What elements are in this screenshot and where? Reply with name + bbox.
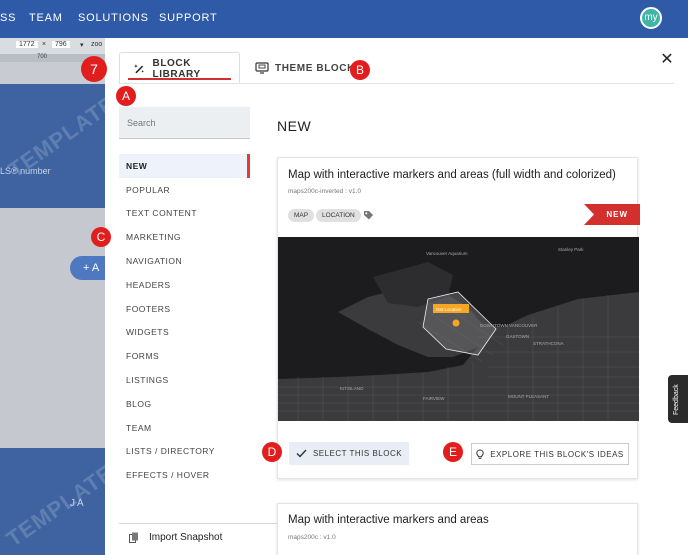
background-footer-section: TEMPLATE	[0, 448, 105, 555]
category-footers[interactable]: FOOTERS	[119, 297, 250, 321]
block-version-2: maps200c : v1.0	[288, 534, 336, 541]
zoom-label: zoo	[91, 41, 103, 48]
import-snapshot-label: Import Snapshot	[149, 532, 223, 543]
block-card: Map with interactive markers and areas (…	[277, 157, 640, 479]
background-add-button[interactable]: + A	[70, 256, 105, 280]
background-hero-section: TEMPLATE	[0, 84, 105, 208]
import-snapshot-button[interactable]: Import Snapshot	[129, 532, 222, 543]
lightbulb-icon	[476, 448, 484, 459]
editor-toolbar: 1772 × 796 ▾ zoo	[0, 38, 105, 54]
background-footer-text: JA	[70, 498, 86, 509]
nav-item-solutions[interactable]: SOLUTIONS	[78, 12, 149, 24]
close-icon: ✕	[660, 51, 674, 68]
map-label-stanley-park: Stanley Park	[558, 247, 584, 252]
sidebar-divider	[119, 523, 278, 524]
block-card-2: Map with interactive markers and areas m…	[277, 503, 638, 555]
copy-icon	[129, 532, 138, 543]
height-field[interactable]: 796	[52, 41, 70, 48]
explore-ideas-button[interactable]: EXPLORE THIS BLOCK'S IDEAS	[471, 443, 629, 465]
marker-b: B	[350, 60, 370, 80]
map-label-gastown: GASTOWN	[506, 334, 529, 339]
marker-7: 7	[81, 56, 107, 82]
active-tab-indicator	[128, 78, 231, 80]
magic-wand-icon	[134, 63, 145, 73]
map-preview-graphic: Stanley Park Vancouver Aquarium Get Loca…	[278, 237, 639, 421]
marker-e: E	[443, 442, 463, 462]
category-popular[interactable]: POPULAR	[119, 178, 250, 202]
checkmark-icon	[296, 449, 307, 458]
block-library-modal: BLOCK LIBRARY THEME BLOCKS ✕ NEW POPULAR…	[105, 38, 688, 555]
explore-ideas-label: EXPLORE THIS BLOCK'S IDEAS	[490, 449, 624, 459]
category-team[interactable]: TEAM	[119, 416, 250, 440]
background-page: 1772 × 796 ▾ zoo 700 TEMPLATE LS® number…	[0, 38, 105, 555]
new-badge: NEW	[584, 204, 640, 225]
feedback-label: Feedback	[673, 384, 680, 415]
category-widgets[interactable]: WIDGETS	[119, 321, 250, 345]
tab-theme-blocks[interactable]: THEME BLOCKS	[253, 52, 362, 84]
feedback-tab[interactable]: Feedback	[668, 375, 688, 423]
block-version: maps200c-inverted : v1.0	[288, 188, 361, 195]
category-new[interactable]: NEW	[119, 154, 250, 178]
template-watermark-footer: TEMPLATE	[1, 459, 105, 552]
category-blog[interactable]: BLOG	[119, 392, 250, 416]
nav-item-team[interactable]: TEAM	[29, 12, 63, 24]
select-block-button[interactable]: SELECT THIS BLOCK	[289, 442, 409, 465]
map-label-fairview: FAIRVIEW	[423, 396, 445, 401]
tag-icon	[364, 211, 373, 220]
ruler-mark: 700	[37, 54, 48, 60]
category-forms[interactable]: FORMS	[119, 344, 250, 368]
tag-map[interactable]: MAP	[288, 209, 315, 222]
block-title-2: Map with interactive markers and areas	[288, 514, 489, 526]
block-title: Map with interactive markers and areas (…	[288, 169, 616, 181]
category-navigation[interactable]: NAVIGATION	[119, 249, 250, 273]
tab-block-library[interactable]: BLOCK LIBRARY	[119, 52, 240, 84]
top-navigation-bar: SS TEAM SOLUTIONS SUPPORT my	[0, 0, 688, 38]
width-field[interactable]: 1772	[16, 41, 38, 48]
category-list: NEW POPULAR TEXT CONTENT MARKETING NAVIG…	[119, 154, 250, 487]
map-label-get-location: Get Location	[436, 307, 462, 312]
category-effects-hover[interactable]: EFFECTS / HOVER	[119, 463, 250, 487]
map-preview: Stanley Park Vancouver Aquarium Get Loca…	[278, 237, 639, 421]
map-label-strathcona: STRATHCONA	[533, 341, 564, 346]
marker-d: D	[262, 442, 282, 462]
nav-item-partial[interactable]: SS	[0, 12, 16, 24]
marker-a: A	[116, 86, 136, 106]
close-button[interactable]: ✕	[660, 51, 674, 68]
category-lists-directory[interactable]: LISTS / DIRECTORY	[119, 440, 250, 464]
tab-divider	[119, 83, 674, 84]
monitor-icon	[255, 62, 269, 74]
map-label-downtown: DOWNTOWN VANCOUVER	[480, 323, 538, 328]
map-label-kitsilano: KITSILANO	[340, 386, 364, 391]
user-avatar[interactable]: my	[640, 7, 662, 29]
category-text-content[interactable]: TEXT CONTENT	[119, 202, 250, 226]
tab-block-library-label: BLOCK LIBRARY	[152, 57, 201, 80]
background-content-section	[0, 208, 105, 448]
nav-item-support[interactable]: SUPPORT	[159, 12, 218, 24]
category-headers[interactable]: HEADERS	[119, 273, 250, 297]
tag-location[interactable]: LOCATION	[316, 209, 361, 222]
background-field-hint: LS® number	[0, 166, 51, 176]
section-title: NEW	[277, 118, 312, 134]
category-marketing[interactable]: MARKETING	[119, 225, 250, 249]
marker-c: C	[91, 227, 111, 247]
search-input[interactable]	[119, 107, 250, 139]
category-listings[interactable]: LISTINGS	[119, 368, 250, 392]
select-block-label: SELECT THIS BLOCK	[312, 449, 403, 458]
map-label-mount-pleasant: MOUNT PLEASANT	[508, 394, 549, 399]
map-label-aquarium: Vancouver Aquarium	[426, 251, 468, 256]
